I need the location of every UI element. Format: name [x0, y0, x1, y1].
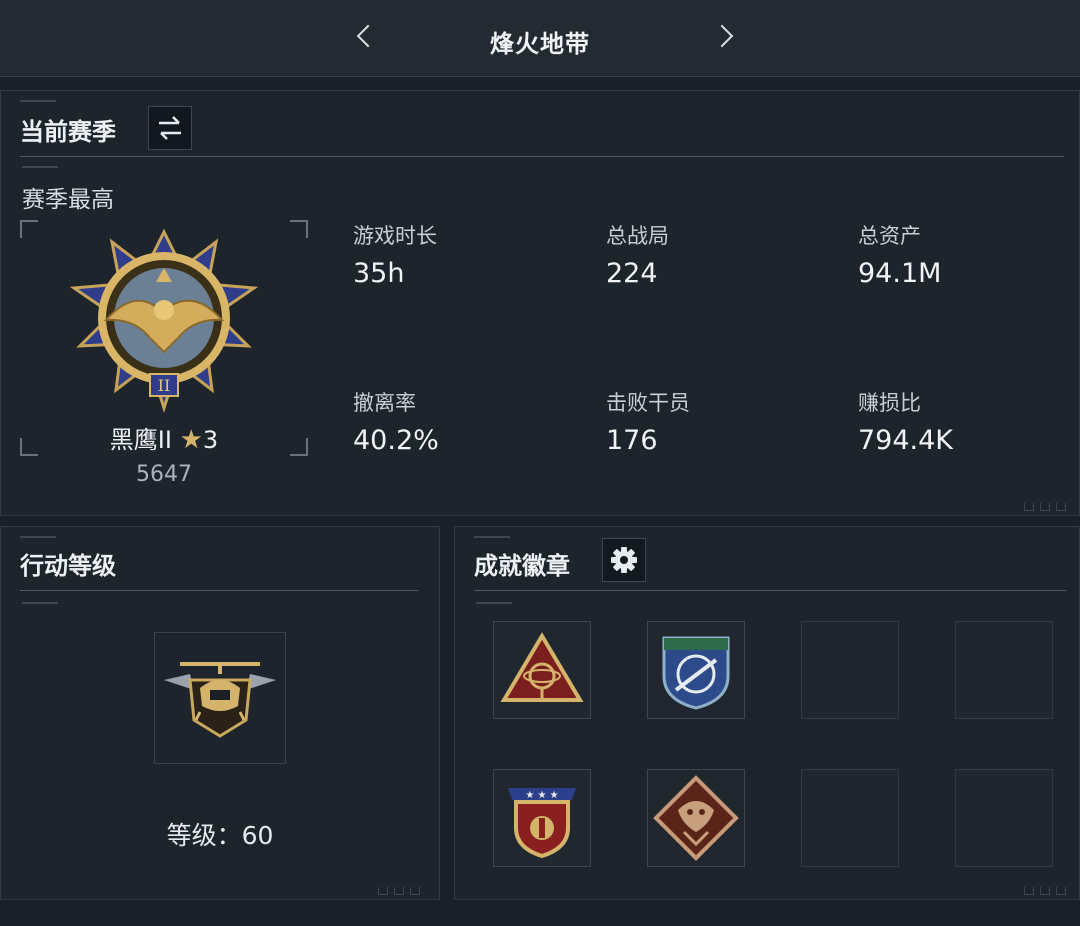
decor-line — [474, 536, 510, 538]
star-icon: ★ — [179, 425, 203, 455]
divider — [474, 590, 1066, 591]
decor-line — [476, 602, 512, 604]
operation-level-title: 行动等级 — [20, 552, 116, 580]
rank-score: 5647 — [136, 462, 192, 487]
swap-icon — [159, 116, 181, 140]
rank-name: 黑鹰II ★3 — [0, 420, 328, 455]
level-text: 等级：60 — [0, 816, 440, 852]
badge-slot-empty[interactable] — [801, 621, 899, 719]
achievement-title: 成就徽章 — [474, 552, 570, 580]
stat-label-kills: 击败干员 — [606, 391, 690, 415]
decor-line — [20, 100, 56, 102]
mode-title: 烽火地带 — [490, 30, 590, 58]
swap-button[interactable] — [148, 106, 192, 150]
divider — [20, 590, 418, 591]
stat-label-matches: 总战局 — [606, 224, 669, 248]
decor-line — [22, 166, 58, 168]
helicopter-level-badge-icon — [164, 662, 276, 738]
rank-title: 黑鹰II — [109, 426, 172, 454]
season-best-label: 赛季最高 — [22, 187, 114, 213]
divider — [20, 156, 1064, 157]
badge-slot[interactable] — [647, 769, 745, 867]
level-label: 等级： — [166, 821, 242, 850]
stat-value-assets: 94.1M — [858, 258, 942, 289]
gear-icon — [611, 547, 637, 573]
achievement-settings-button[interactable] — [602, 538, 646, 582]
badge-slot-empty[interactable] — [955, 621, 1053, 719]
svg-text:★ ★ ★: ★ ★ ★ — [525, 790, 558, 801]
stat-label-playtime: 游戏时长 — [353, 224, 437, 248]
stat-value-kills: 176 — [606, 425, 658, 456]
badge-slot-empty[interactable] — [801, 769, 899, 867]
star-shield-badge-icon: ★ ★ ★ — [508, 788, 576, 859]
corner-decor — [378, 880, 434, 895]
stat-value-playtime: 35h — [353, 258, 405, 289]
rank-star-count: 3 — [202, 426, 219, 454]
decor-line — [20, 536, 56, 538]
stat-label-extract-rate: 撤离率 — [353, 391, 416, 415]
badge-slot[interactable] — [647, 621, 745, 719]
triangle-gyro-badge-icon — [500, 632, 584, 702]
svg-text:II: II — [158, 376, 171, 395]
badge-slot[interactable]: ★ ★ ★ — [493, 769, 591, 867]
decor-line — [22, 602, 58, 604]
stat-value-matches: 224 — [606, 258, 658, 289]
stat-label-profit-ratio: 赚损比 — [858, 391, 921, 415]
corner-decor — [1024, 880, 1080, 895]
mode-header: 烽火地带 — [0, 0, 1080, 77]
badge-slot-empty[interactable] — [955, 769, 1053, 867]
shield-rifle-badge-icon — [662, 636, 730, 710]
level-value: 60 — [241, 821, 274, 850]
dragon-diamond-badge-icon — [653, 775, 739, 861]
season-section-title: 当前赛季 — [20, 118, 116, 146]
stat-label-assets: 总资产 — [858, 224, 921, 248]
corner-decor — [1024, 496, 1080, 511]
stat-value-extract-rate: 40.2% — [353, 425, 439, 456]
stat-value-profit-ratio: 794.4K — [858, 425, 954, 456]
badge-slot[interactable] — [493, 621, 591, 719]
eagle-rank-medal-icon: II — [69, 228, 259, 413]
